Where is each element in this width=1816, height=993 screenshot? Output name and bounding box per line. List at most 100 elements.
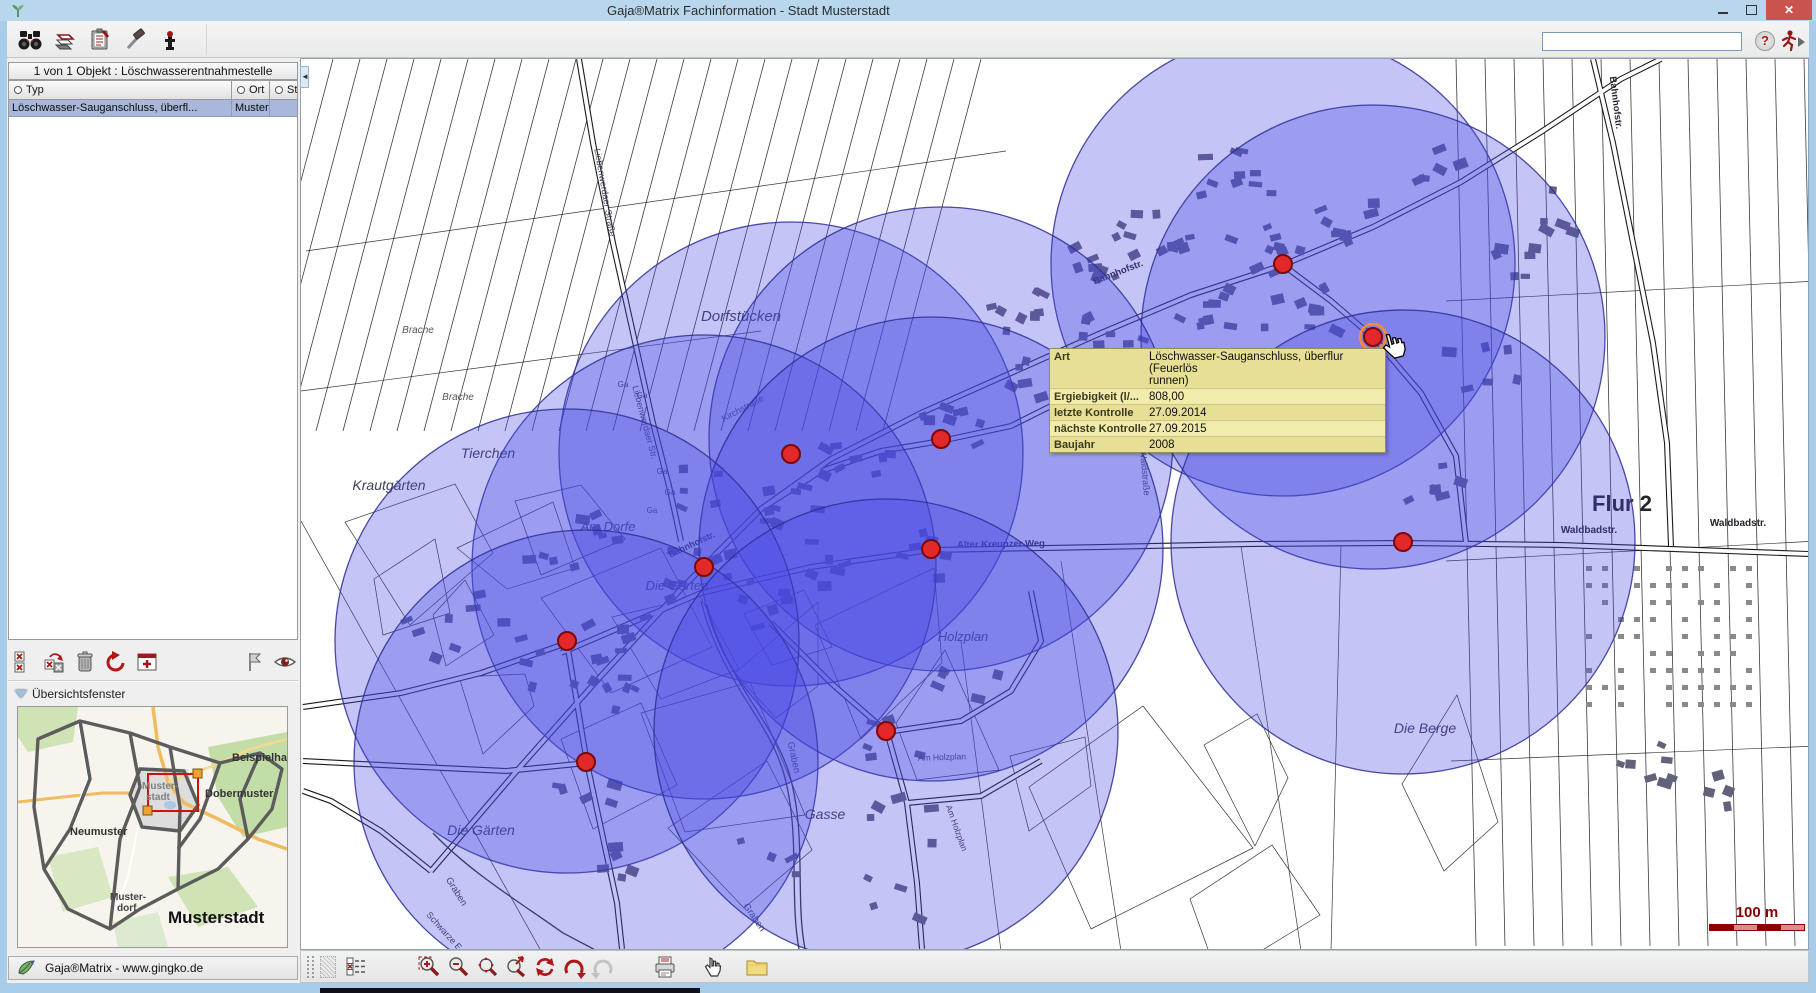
cell-typ: Löschwasser-Sauganschluss, überfl... — [9, 100, 232, 116]
map-scale: 100 m — [1709, 904, 1805, 931]
maximize-button[interactable] — [1737, 0, 1766, 20]
scale-segment — [1781, 925, 1805, 930]
map-label: Brache — [442, 392, 474, 403]
tooltip-field-label: Baujahr — [1050, 437, 1147, 452]
scale-label: 100 m — [1709, 904, 1805, 921]
find-icon[interactable] — [17, 27, 43, 53]
toolbar-grip[interactable] — [307, 956, 314, 978]
tooltip-field-value: 808,00 — [1147, 389, 1385, 404]
object-list: Löschwasser-Sauganschluss, überfl... Mus… — [8, 100, 298, 640]
hydrant-icon[interactable] — [157, 27, 183, 53]
tooltip-row: Ergiebigkeit (l/...808,00 — [1050, 389, 1385, 405]
status-text: Gaja®Matrix - www.gingko.de — [45, 961, 203, 975]
undo-map-icon[interactable] — [562, 955, 586, 979]
zoom-in-icon[interactable] — [417, 955, 441, 979]
overview-label-beispielhausen: Beispielhausen — [232, 752, 287, 764]
legend-icon[interactable] — [345, 955, 369, 979]
map-point[interactable] — [577, 753, 595, 771]
tooltip-field-value: 2008 — [1147, 437, 1385, 452]
column-header-typ[interactable]: Typ — [8, 80, 232, 100]
visibility-eye-icon[interactable] — [273, 650, 297, 674]
map-point[interactable] — [1394, 533, 1412, 551]
print-icon[interactable] — [653, 955, 677, 979]
tooltip-field-label: Art — [1050, 349, 1147, 388]
map-point[interactable] — [782, 445, 800, 463]
sort-radio-icon — [237, 86, 245, 94]
map-label: Liebenwerdaer Straße — [592, 148, 617, 237]
tooltip-row: letzte Kontrolle27.09.2014 — [1050, 405, 1385, 421]
list-tools — [11, 646, 297, 678]
exit-runner-icon[interactable] — [1779, 29, 1807, 53]
pan-hand-icon[interactable] — [701, 955, 725, 979]
window-title: Gaja®Matrix Fachinformation - Stadt Must… — [607, 3, 890, 18]
cell-st — [270, 100, 297, 116]
help-button[interactable]: ? — [1755, 31, 1775, 51]
feature-tooltip: ArtLöschwasser-Sauganschluss, überflur (… — [1049, 348, 1386, 453]
collapse-triangle-icon — [15, 690, 27, 698]
refresh-icon[interactable] — [533, 955, 557, 979]
folder-icon[interactable] — [745, 955, 769, 979]
tooltip-row: Baujahr2008 — [1050, 437, 1385, 452]
delete-trash-icon[interactable] — [73, 650, 97, 674]
tooltip-field-label: nächste Kontrolle — [1050, 421, 1147, 436]
map-point[interactable] — [558, 632, 576, 650]
tooltip-field-value: Löschwasser-Sauganschluss, überflur (Feu… — [1147, 349, 1385, 388]
tooltip-row: nächste Kontrolle27.09.2015 — [1050, 421, 1385, 437]
overview-map[interactable]: Beispielhausen Dobermuster Neumuster Mus… — [17, 706, 288, 948]
zoom-pan-icon[interactable] — [475, 955, 499, 979]
column-header-ort[interactable]: Ort — [232, 80, 270, 100]
close-button[interactable]: ✕ — [1766, 0, 1812, 20]
cell-ort: Muster... — [232, 100, 270, 116]
svg-text:Muster-: Muster- — [142, 781, 178, 792]
map-point[interactable] — [922, 540, 940, 558]
object-list-header: 1 von 1 Objekt : Löschwasserentnahmestel… — [8, 62, 298, 80]
new-entry-icon[interactable] — [135, 650, 159, 674]
sort-radio-icon — [275, 86, 283, 94]
map-point[interactable] — [1274, 255, 1292, 273]
tools-icon[interactable] — [122, 27, 148, 53]
main-toolbar: ? — [7, 21, 1809, 58]
deselect-all-icon[interactable] — [11, 650, 35, 674]
overview-label-neumuster: Neumuster — [70, 826, 128, 838]
redo-map-icon[interactable] — [591, 955, 615, 979]
gingko-leaf-icon — [17, 959, 37, 977]
map-point[interactable] — [695, 558, 713, 576]
app-icon — [10, 3, 26, 19]
svg-text:stadt: stadt — [146, 792, 171, 803]
panel-collapse-arrow[interactable]: ◄ — [300, 66, 309, 88]
title-bar: Gaja®Matrix Fachinformation - Stadt Must… — [0, 0, 1816, 21]
object-row-selected[interactable]: Löschwasser-Sauganschluss, überfl... Mus… — [9, 100, 297, 117]
column-header-st[interactable]: St... — [270, 80, 298, 100]
overview-label-dobermuster: Dobermuster — [205, 788, 274, 800]
zoom-out-icon[interactable] — [446, 955, 470, 979]
overview-city-label: Musterstadt — [168, 908, 265, 927]
search-input[interactable] — [1542, 32, 1742, 51]
toolbar-grip[interactable] — [320, 956, 336, 978]
map-point[interactable] — [932, 430, 950, 448]
report-icon[interactable] — [87, 27, 113, 53]
status-bar: Gaja®Matrix - www.gingko.de — [8, 956, 298, 980]
scale-segment — [1710, 925, 1734, 930]
minimize-button[interactable] — [1708, 0, 1737, 20]
tooltip-field-label: Ergiebigkeit (l/... — [1050, 389, 1147, 404]
undo-icon[interactable] — [104, 650, 128, 674]
application-window: Gaja®Matrix Fachinformation - Stadt Must… — [0, 0, 1816, 993]
tooltip-field-value: 27.09.2015 — [1147, 421, 1385, 436]
layers-icon[interactable] — [52, 27, 78, 53]
map-canvas[interactable]: DorfstückenTierchenKrautgärtenAm DorfeDi… — [300, 58, 1809, 950]
map-point[interactable] — [877, 722, 895, 740]
map-label: Waldbadstr. — [1710, 518, 1767, 529]
zoom-extent-icon[interactable] — [504, 955, 528, 979]
overview-header[interactable]: Übersichtsfenster — [15, 685, 125, 703]
window-frame-bottom — [0, 983, 1816, 993]
invert-selection-icon[interactable] — [42, 650, 66, 674]
scale-segment — [1734, 925, 1758, 930]
map-toolbar — [300, 950, 1809, 983]
svg-text:dorf: dorf — [117, 903, 137, 914]
tooltip-field-value: 27.09.2014 — [1147, 405, 1385, 420]
taskbar-sliver — [320, 988, 700, 993]
column-headers: Typ Ort St... — [8, 80, 298, 100]
tooltip-field-label: letzte Kontrolle — [1050, 405, 1147, 420]
flag-icon[interactable] — [242, 650, 266, 674]
cursor-hand-icon — [1379, 331, 1409, 370]
